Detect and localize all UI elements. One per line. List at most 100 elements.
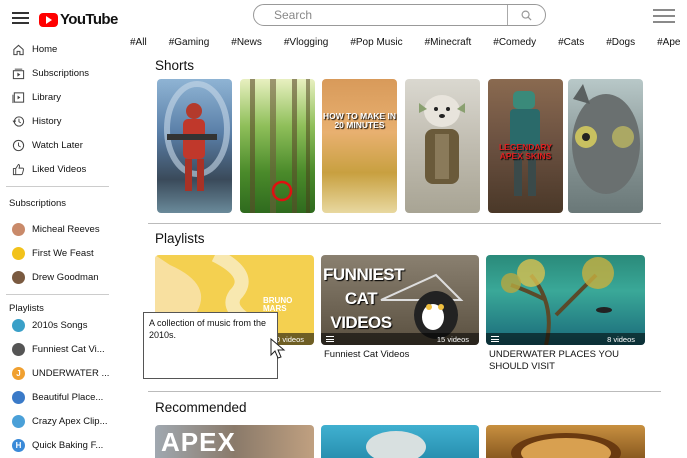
section-divider — [148, 391, 661, 392]
sidebar-item-label: Library — [32, 91, 62, 103]
sidebar-item-label: Drew Goodman — [32, 271, 99, 283]
baked-dish-icon — [511, 433, 621, 458]
sidebar-item-label: 2010s Songs — [32, 319, 88, 331]
sidebar-item-playlist[interactable]: 2010s Songs — [12, 315, 112, 335]
fish-icon — [366, 431, 426, 458]
video-thumbnail[interactable] — [321, 425, 479, 458]
sidebar-item-playlist[interactable]: H Quick Baking F... — [12, 435, 112, 455]
home-icon — [13, 44, 24, 55]
chip-dogs[interactable]: #Dogs — [606, 37, 635, 48]
sidebar-item-label: Funniest Cat Vi... — [32, 343, 105, 355]
avatar — [12, 342, 25, 356]
thumbs-up-icon — [12, 163, 25, 175]
avatar — [12, 318, 25, 332]
video-art-text: APEX — [161, 427, 236, 457]
avatar — [12, 414, 25, 428]
playlist-thumbnail[interactable]: 8 videos — [486, 255, 645, 345]
sidebar-item-watch-later[interactable]: Watch Later — [12, 135, 112, 155]
short-thumbnail[interactable] — [157, 79, 232, 213]
chip-all[interactable]: #All — [130, 37, 147, 48]
short-thumbnail[interactable] — [568, 79, 643, 213]
sidebar-item-playlist[interactable]: J UNDERWATER ... — [12, 363, 112, 383]
video-count-badge: 15 videos — [321, 333, 479, 345]
playlist-title[interactable]: Funniest Cat Videos — [324, 349, 484, 361]
short-thumbnail[interactable]: HOW TO MAKE IN 20 MINUTES — [322, 79, 397, 213]
chip-vlogging[interactable]: #Vlogging — [284, 37, 328, 48]
section-divider — [148, 223, 661, 224]
sidebar-divider — [6, 186, 109, 187]
sidebar-item-subscription[interactable]: First We Feast — [12, 243, 112, 263]
category-chips: #All #Gaming #News #Vlogging #Pop Music #Mine… — [130, 37, 687, 51]
playlist-lines-icon — [326, 336, 334, 342]
chip-comedy[interactable]: #Comedy — [493, 37, 536, 48]
video-count: 8 videos — [607, 334, 635, 344]
forest-trees-icon — [250, 79, 310, 213]
chip-pop-music[interactable]: #Pop Music — [350, 37, 402, 48]
video-thumbnail[interactable] — [486, 425, 645, 458]
playlists-heading: Playlists — [9, 303, 44, 314]
playlist-thumbnail[interactable]: FUNNIEST CAT VIDEOS 15 videos — [321, 255, 479, 345]
search-button[interactable] — [507, 5, 545, 25]
avatar — [12, 246, 25, 260]
avatar — [12, 222, 25, 236]
short-thumbnail[interactable] — [240, 79, 315, 213]
sidebar-item-library[interactable]: Library — [12, 87, 112, 107]
playlist-art-text: FUNNIEST CAT VIDEOS — [323, 265, 405, 332]
playlist-lines-icon — [491, 336, 499, 342]
album-art-text: BRUNO MARS — [263, 296, 293, 313]
subscriptions-heading: Subscriptions — [9, 198, 67, 209]
sidebar-item-label: First We Feast — [32, 247, 94, 259]
history-icon — [12, 115, 25, 127]
soldier-figure-icon — [164, 81, 230, 191]
top-bar: YouTube — [0, 0, 687, 32]
hamburger-menu-icon[interactable] — [12, 12, 29, 24]
sidebar-item-subscriptions[interactable]: Subscriptions — [12, 63, 112, 83]
sidebar-item-playlist[interactable]: Crazy Apex Clip... — [12, 411, 112, 431]
short-thumbnail[interactable]: LEGENDARY APEX SKINS — [488, 79, 563, 213]
sidebar-item-home[interactable]: Home — [12, 39, 112, 59]
chip-gaming[interactable]: #Gaming — [169, 37, 210, 48]
video-thumbnail[interactable]: APEX — [155, 425, 314, 458]
sidebar-item-label: UNDERWATER ... — [32, 367, 110, 379]
sidebar-item-liked-videos[interactable]: Liked Videos — [12, 159, 112, 179]
sidebar-item-history[interactable]: History — [12, 111, 112, 131]
chip-minecraft[interactable]: #Minecraft — [425, 37, 472, 48]
search-icon — [521, 10, 532, 21]
sidebar-divider — [6, 294, 109, 295]
playlist-title[interactable]: UNDERWATER PLACES YOU SHOULD VISIT — [489, 349, 649, 373]
short-thumbnail[interactable] — [405, 79, 480, 213]
sidebar-item-label: Crazy Apex Clip... — [32, 415, 108, 427]
mouse-pointer-icon — [270, 338, 286, 359]
subscriptions-icon — [12, 68, 25, 79]
sidebar-item-subscription[interactable]: Drew Goodman — [12, 267, 112, 287]
sidebar-item-label: Micheal Reeves — [32, 223, 100, 235]
video-count-badge: 8 videos — [486, 333, 645, 345]
video-count: 15 videos — [436, 334, 469, 344]
search-input[interactable] — [254, 5, 507, 25]
short-caption: HOW TO MAKE IN 20 MINUTES — [322, 111, 397, 130]
chip-news[interactable]: #News — [231, 37, 262, 48]
avatar — [12, 390, 25, 404]
sidebar-item-playlist[interactable]: Funniest Cat Vi... — [12, 339, 112, 359]
tooltip: A collection of music from the 2010s. — [143, 312, 278, 379]
sidebar-item-label: Liked Videos — [32, 163, 87, 175]
menu-lines-icon[interactable] — [653, 8, 675, 24]
sidebar-item-label: Home — [32, 43, 58, 55]
sidebar-item-label: Subscriptions — [32, 67, 90, 79]
sidebar-item-label: Quick Baking F... — [32, 439, 104, 451]
sidebar-item-subscription[interactable]: Micheal Reeves — [12, 219, 112, 239]
play-logo-icon — [39, 12, 58, 27]
sidebar-item-label: History — [32, 115, 62, 127]
library-icon — [12, 91, 25, 103]
logo-text: YouTube — [60, 11, 118, 28]
clock-icon — [12, 139, 25, 151]
chip-ape[interactable]: #Ape — [657, 37, 680, 48]
short-caption: LEGENDARY APEX SKINS — [498, 142, 553, 161]
avatar — [12, 270, 25, 284]
youtube-logo[interactable]: YouTube — [39, 11, 118, 28]
sidebar: Home Subscriptions Library History Watch… — [0, 36, 112, 458]
sidebar-item-playlist[interactable]: Beautiful Place... — [12, 387, 112, 407]
avatar: H — [12, 438, 25, 452]
search-bar — [253, 4, 546, 26]
chip-cats[interactable]: #Cats — [558, 37, 584, 48]
